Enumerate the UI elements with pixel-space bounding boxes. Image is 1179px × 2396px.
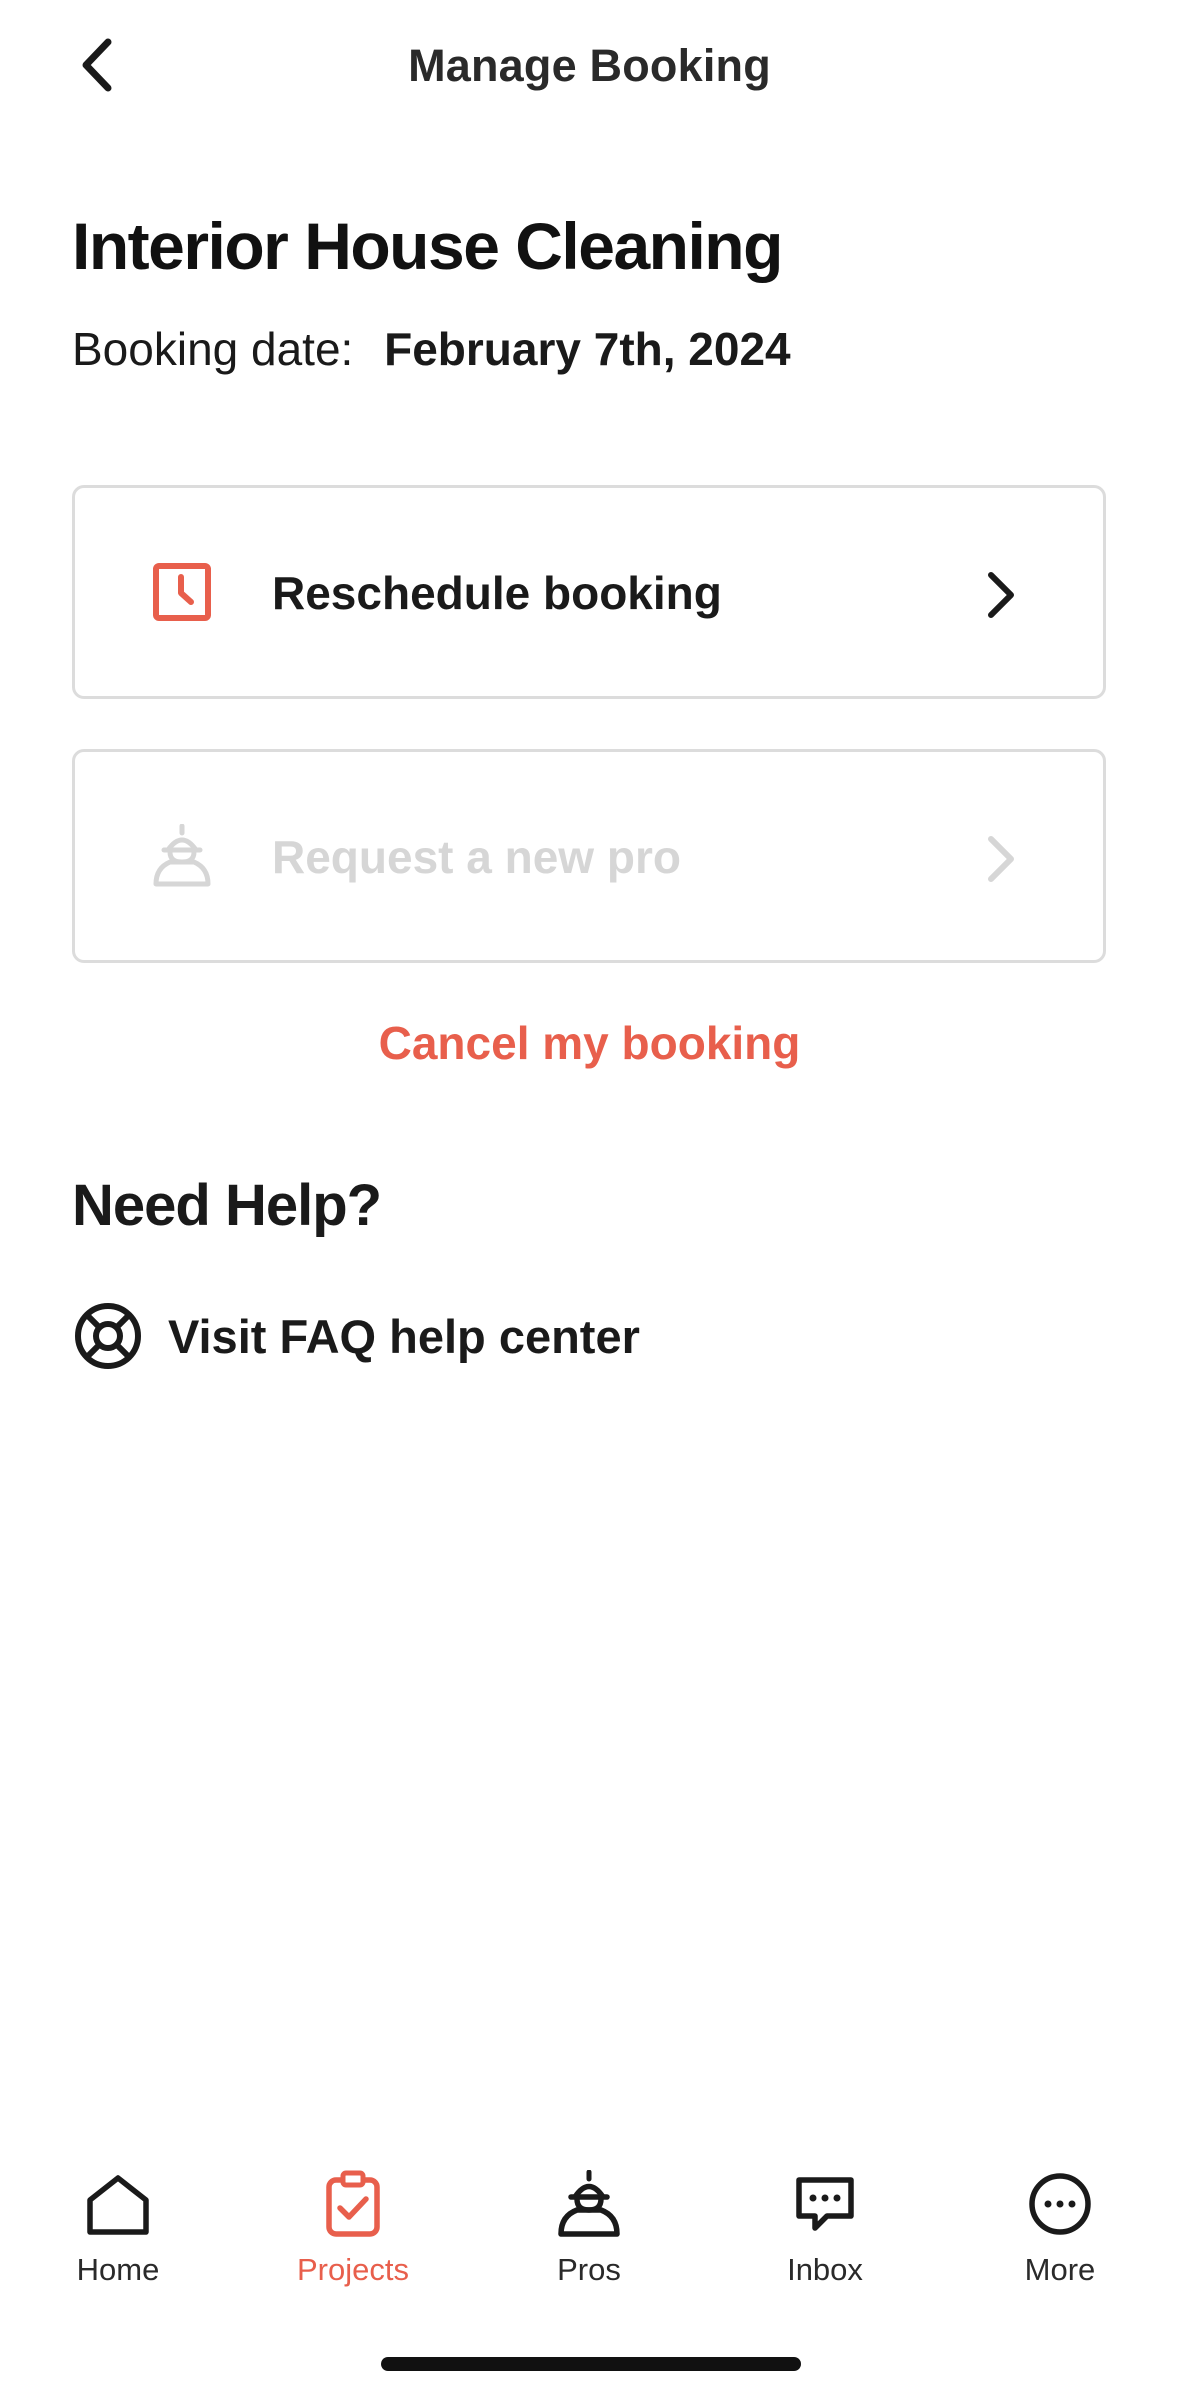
booking-date-label: Booking date: [72, 323, 354, 375]
lifebuoy-icon [75, 1303, 141, 1369]
tab-pros-label: Pros [557, 2252, 621, 2287]
page-title: Interior House Cleaning [72, 209, 783, 283]
tab-inbox-label: Inbox [787, 2252, 863, 2287]
bottom-tab-bar: Home Projects Pros Inbox More [0, 2150, 1179, 2300]
tab-inbox[interactable]: Inbox [725, 2170, 925, 2300]
tab-more-label: More [1024, 2252, 1096, 2287]
reschedule-booking-button[interactable]: Reschedule booking [72, 485, 1106, 699]
chevron-right-icon [988, 836, 1014, 882]
pro-icon [150, 824, 214, 888]
chat-icon [796, 2177, 854, 2231]
header: Manage Booking [0, 0, 1179, 140]
faq-help-center-link[interactable]: Visit FAQ help center [72, 1300, 640, 1372]
pro-icon [558, 2170, 620, 2237]
tab-home-label: Home [76, 2252, 160, 2287]
tab-more[interactable]: More [960, 2170, 1160, 2300]
reschedule-booking-label: Reschedule booking [272, 567, 722, 619]
tab-projects-label: Projects [297, 2252, 409, 2287]
booking-date-value: February 7th, 2024 [384, 323, 791, 375]
cancel-booking-link[interactable]: Cancel my booking [0, 1016, 1179, 1070]
tab-pros[interactable]: Pros [489, 2170, 689, 2300]
tab-home[interactable]: Home [18, 2170, 218, 2300]
home-icon [87, 2175, 149, 2235]
need-help-heading: Need Help? [72, 1173, 382, 1238]
home-indicator [381, 2357, 801, 2371]
clipboard-check-icon [326, 2170, 380, 2237]
page-header-title: Manage Booking [408, 40, 771, 91]
faq-help-center-label: Visit FAQ help center [168, 1309, 640, 1363]
request-new-pro-button[interactable]: Request a new pro [72, 749, 1106, 963]
chevron-right-icon [988, 572, 1014, 618]
request-new-pro-label: Request a new pro [272, 831, 681, 883]
more-icon [1029, 2173, 1091, 2235]
clock-icon [150, 560, 214, 624]
booking-date: Booking date: February 7th, 2024 [72, 322, 791, 376]
tab-projects[interactable]: Projects [253, 2170, 453, 2300]
